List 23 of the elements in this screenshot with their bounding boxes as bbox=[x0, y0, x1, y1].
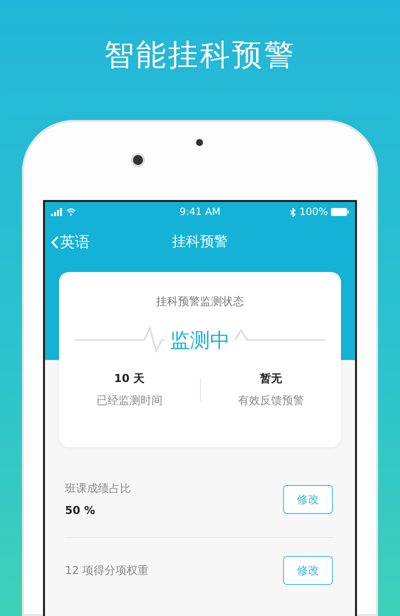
monitor-caption: 挂科预警监测状态 bbox=[156, 294, 244, 309]
edit-button[interactable]: 修改 bbox=[283, 484, 333, 514]
camera-icon bbox=[133, 155, 143, 165]
stat-value: 10 天 bbox=[114, 371, 144, 386]
wifi-icon bbox=[66, 208, 76, 216]
stat-label: 已经监测时间 bbox=[96, 393, 162, 408]
back-link[interactable]: 英语 bbox=[51, 232, 90, 252]
battery-icon bbox=[331, 208, 349, 216]
speaker-icon bbox=[196, 139, 203, 146]
status-time: 9:41 AM bbox=[179, 206, 221, 218]
stat-value: 暂无 bbox=[260, 371, 282, 386]
setting-value: 50 % bbox=[65, 504, 96, 517]
setting-label: 班课成绩占比 bbox=[65, 481, 131, 496]
chevron-left-icon bbox=[51, 236, 59, 248]
bluetooth-icon bbox=[290, 208, 296, 216]
signal-icon bbox=[51, 208, 63, 216]
setting-label: 12 项得分项权重 bbox=[65, 563, 148, 578]
battery-percent: 100% bbox=[299, 206, 328, 218]
stat-label: 有效反馈预警 bbox=[238, 393, 304, 408]
screen-title: 挂科预警 bbox=[172, 233, 228, 251]
edit-button[interactable]: 修改 bbox=[283, 556, 333, 585]
monitor-status: 监测中 bbox=[170, 326, 230, 354]
headline: 智能挂科预警 bbox=[104, 36, 296, 74]
